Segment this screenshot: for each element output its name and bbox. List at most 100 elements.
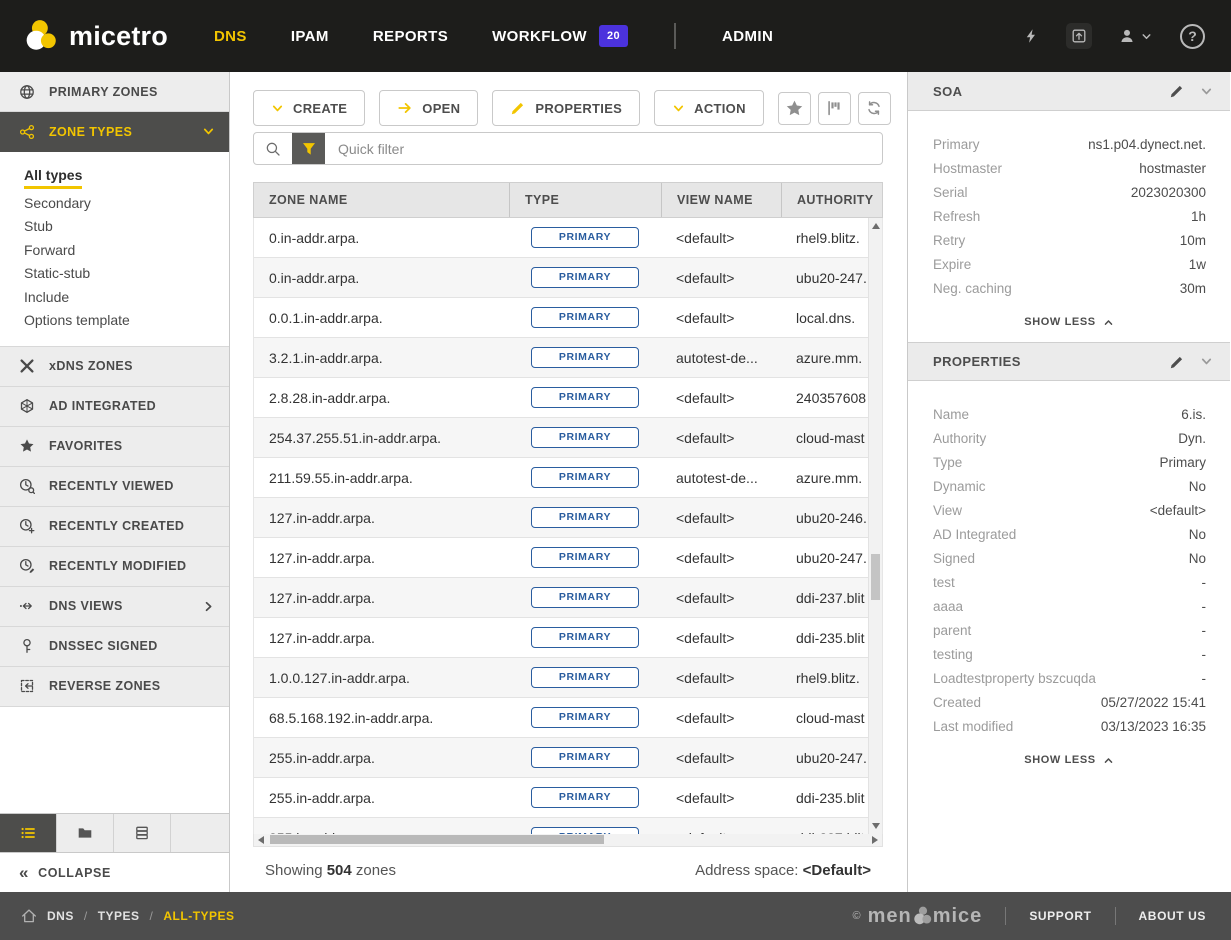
horizontal-scrollbar[interactable] — [253, 834, 883, 847]
column-header-authority[interactable]: AUTHORITY — [781, 183, 882, 217]
properties-field-ad-integrated: AD IntegratedNo — [933, 522, 1206, 546]
column-header-type[interactable]: TYPE — [509, 183, 661, 217]
field-label: Authority — [933, 431, 986, 446]
table-row[interactable]: 1.0.0.127.in-addr.arpa.PRIMARY<default>r… — [254, 658, 882, 698]
vertical-scroll-thumb[interactable] — [871, 554, 880, 600]
quick-filter-input[interactable] — [325, 141, 882, 157]
breadcrumb-item-all-types[interactable]: ALL-TYPES — [163, 909, 234, 923]
sidebar-subitem-static-stub[interactable]: Static-stub — [0, 262, 229, 286]
view-name-cell: autotest-de... — [661, 470, 781, 486]
breadcrumb-item-dns[interactable]: DNS — [47, 909, 74, 923]
sidebar-item-primary-zones[interactable]: PRIMARY ZONES — [0, 72, 229, 112]
zone-name-cell: 211.59.55.in-addr.arpa. — [254, 470, 509, 486]
home-icon[interactable] — [21, 908, 37, 924]
action-button[interactable]: ACTION — [654, 90, 764, 126]
soa-show-less-button[interactable]: SHOW LESS — [908, 308, 1230, 342]
create-button[interactable]: CREATE — [253, 90, 365, 126]
favorite-button[interactable] — [778, 92, 811, 125]
column-header-view-name[interactable]: VIEW NAME — [661, 183, 781, 217]
nav-item-admin[interactable]: ADMIN — [722, 28, 773, 45]
sidebar-subitem-options-template[interactable]: Options template — [0, 309, 229, 333]
about-us-link[interactable]: ABOUT US — [1139, 909, 1206, 923]
table-row[interactable]: 0.in-addr.arpa.PRIMARY<default>ubu20-247… — [254, 258, 882, 298]
properties-field-parent: parent- — [933, 618, 1206, 642]
zone-types-submenu: All typesSecondaryStubForwardStatic-stub… — [0, 152, 229, 347]
sidebar-item-xdns-zones[interactable]: xDNS ZONES — [0, 347, 229, 387]
sidebar-subitem-all-types[interactable]: All types — [0, 164, 229, 192]
sidebar-item-favorites[interactable]: FAVORITES — [0, 427, 229, 467]
report-flag-button[interactable] — [818, 92, 851, 125]
app-logo[interactable]: micetro — [0, 18, 214, 54]
collapse-soa-icon[interactable] — [1200, 85, 1213, 98]
nav-item-dns[interactable]: DNS — [214, 28, 247, 45]
edit-soa-icon[interactable] — [1169, 83, 1185, 99]
sidebar-item-reverse-zones[interactable]: REVERSE ZONES — [0, 667, 229, 707]
table-row[interactable]: 0.in-addr.arpa.PRIMARY<default>rhel9.bli… — [254, 218, 882, 258]
nav-item-reports[interactable]: REPORTS — [373, 28, 448, 45]
scroll-up-arrow[interactable] — [872, 223, 880, 229]
inbox-button[interactable] — [1066, 23, 1092, 49]
list-icon — [20, 825, 36, 841]
vertical-scrollbar[interactable] — [868, 218, 882, 834]
sidebar-item-zone-types[interactable]: ZONE TYPES — [0, 112, 229, 152]
sidebar-item-recently-created[interactable]: RECENTLY CREATED — [0, 507, 229, 547]
help-button[interactable]: ? — [1180, 24, 1205, 49]
sidebar-item-dnssec-signed[interactable]: DNSSEC SIGNED — [0, 627, 229, 667]
zones-table: ZONE NAMETYPEVIEW NAMEAUTHORITY 0.in-add… — [253, 182, 883, 847]
table-row[interactable]: 127.in-addr.arpa.PRIMARY<default>ubu20-2… — [254, 538, 882, 578]
quick-command-button[interactable] — [1023, 28, 1039, 44]
support-link[interactable]: SUPPORT — [1029, 909, 1091, 923]
refresh-button[interactable] — [858, 92, 891, 125]
sidebar-item-dns-views[interactable]: DNS VIEWS — [0, 587, 229, 627]
nav-item-ipam[interactable]: IPAM — [291, 28, 329, 45]
nav-item-workflow[interactable]: WORKFLOW20 — [492, 25, 628, 47]
table-row[interactable]: 0.0.1.in-addr.arpa.PRIMARY<default>local… — [254, 298, 882, 338]
table-row[interactable]: 127.in-addr.arpa.PRIMARY<default>ddi-237… — [254, 578, 882, 618]
field-value: 2023020300 — [1131, 185, 1206, 200]
breadcrumb-item-types[interactable]: TYPES — [98, 909, 140, 923]
column-header-zone-name[interactable]: ZONE NAME — [254, 183, 509, 217]
filter-menu-button[interactable] — [292, 132, 325, 165]
tab-folder-view[interactable] — [57, 814, 114, 852]
field-label: testing — [933, 647, 973, 662]
sidebar-subitem-include[interactable]: Include — [0, 286, 229, 310]
edit-properties-icon[interactable] — [1169, 354, 1185, 370]
field-label: Primary — [933, 137, 980, 152]
chevron-down-icon — [672, 102, 685, 115]
tab-server-view[interactable] — [114, 814, 171, 852]
properties-button[interactable]: PROPERTIES — [492, 90, 640, 126]
table-row[interactable]: 255.in-addr.arpa.PRIMARY<default>ddi-235… — [254, 778, 882, 818]
collapse-properties-icon[interactable] — [1200, 355, 1213, 368]
sidebar-subitem-forward[interactable]: Forward — [0, 239, 229, 263]
table-row[interactable]: 211.59.55.in-addr.arpa.PRIMARYautotest-d… — [254, 458, 882, 498]
view-name-cell: <default> — [661, 230, 781, 246]
sidebar-item-recently-modified[interactable]: RECENTLY MODIFIED — [0, 547, 229, 587]
table-row[interactable]: 127.in-addr.arpa.PRIMARY<default>ubu20-2… — [254, 498, 882, 538]
table-row[interactable]: 68.5.168.192.in-addr.arpa.PRIMARY<defaul… — [254, 698, 882, 738]
sidebar-view-tabs — [0, 813, 229, 852]
table-row[interactable]: 255.in-addr.arpa.PRIMARY<default>ddi-237… — [254, 818, 882, 834]
sidebar-subitem-stub[interactable]: Stub — [0, 215, 229, 239]
table-row[interactable]: 255.in-addr.arpa.PRIMARY<default>ubu20-2… — [254, 738, 882, 778]
table-row[interactable]: 2.8.28.in-addr.arpa.PRIMARY<default>2403… — [254, 378, 882, 418]
view-name-cell: <default> — [661, 510, 781, 526]
open-button[interactable]: OPEN — [379, 90, 478, 126]
sidebar-subitem-secondary[interactable]: Secondary — [0, 192, 229, 216]
user-menu-button[interactable] — [1119, 28, 1153, 44]
collapse-sidebar-button[interactable]: « COLLAPSE — [0, 852, 229, 892]
show-less-label: SHOW LESS — [1024, 754, 1095, 766]
properties-show-less-button[interactable]: SHOW LESS — [908, 746, 1230, 780]
scroll-right-arrow[interactable] — [872, 836, 878, 844]
key-icon — [19, 638, 35, 654]
sidebar-item-recently-viewed[interactable]: RECENTLY VIEWED — [0, 467, 229, 507]
table-row[interactable]: 3.2.1.in-addr.arpa.PRIMARYautotest-de...… — [254, 338, 882, 378]
tab-list-view[interactable] — [0, 814, 57, 852]
scroll-left-arrow[interactable] — [258, 836, 264, 844]
table-row[interactable]: 254.37.255.51.in-addr.arpa.PRIMARY<defau… — [254, 418, 882, 458]
horizontal-scroll-thumb[interactable] — [270, 835, 604, 844]
table-row[interactable]: 127.in-addr.arpa.PRIMARY<default>ddi-235… — [254, 618, 882, 658]
field-label: Serial — [933, 185, 968, 200]
sidebar-item-ad-integrated[interactable]: AD INTEGRATED — [0, 387, 229, 427]
zone-type-cell: PRIMARY — [509, 707, 661, 728]
scroll-down-arrow[interactable] — [872, 823, 880, 829]
